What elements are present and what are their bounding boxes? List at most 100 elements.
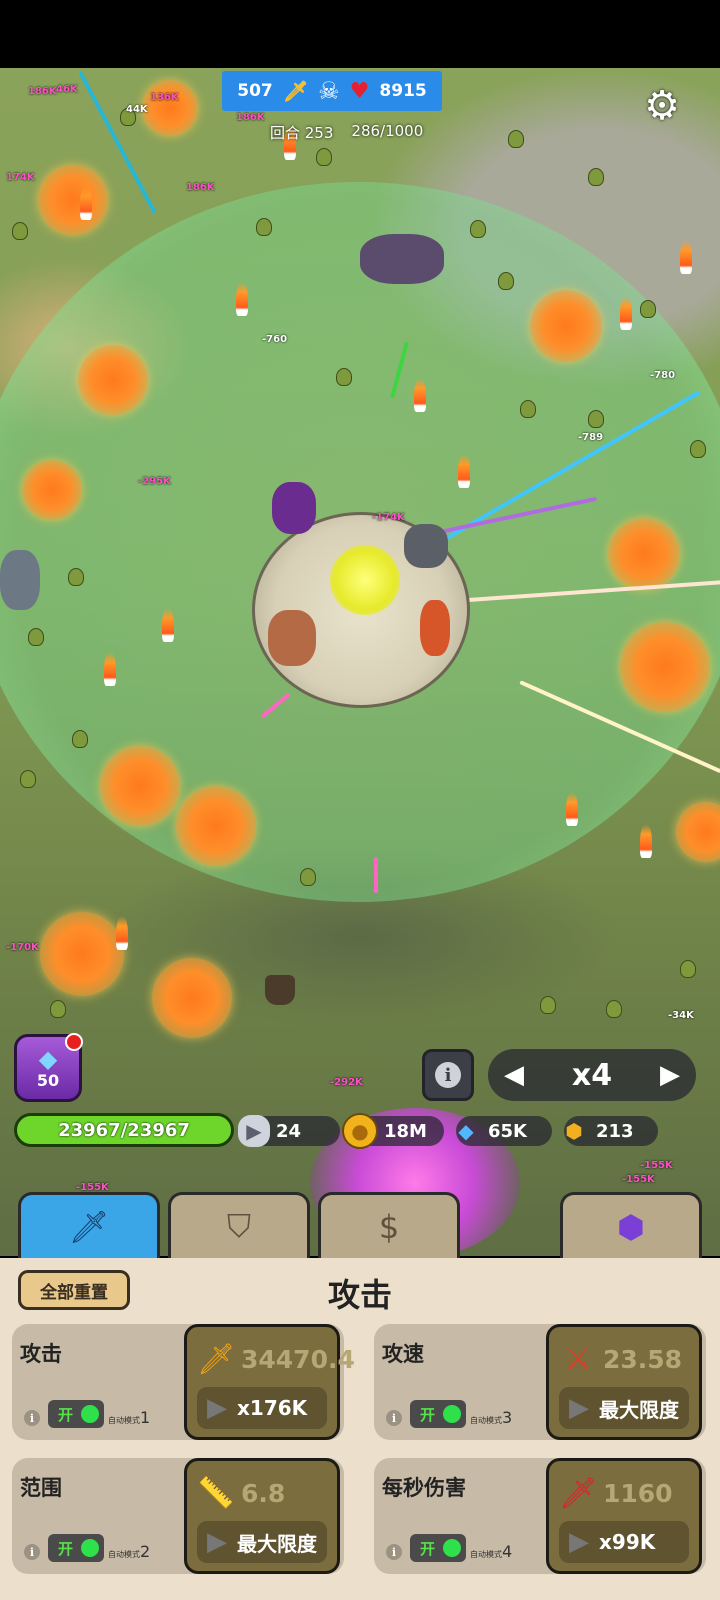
hearts-value: 8915 [379, 81, 427, 101]
goblin-enemy [606, 1000, 622, 1018]
speed-increase-arrow-icon[interactable]: ▶ [660, 1060, 680, 1090]
tab-economy[interactable]: $ [318, 1192, 460, 1258]
damage-number: 186K [236, 112, 265, 123]
damage-number: 136K [150, 92, 179, 103]
fire-orb [152, 958, 232, 1038]
goblin-enemy [680, 960, 696, 978]
damage-number: -170K [6, 942, 39, 953]
fire-orb [100, 746, 180, 826]
upgrade-cost: x176K [237, 1396, 308, 1420]
stat-value: 1160 [603, 1478, 673, 1508]
upgrade-button[interactable]: ⚔ 23.58 ▶ 最大限度 [546, 1324, 702, 1440]
info-button[interactable]: i [422, 1049, 474, 1101]
auto-toggle[interactable]: 开 [410, 1400, 466, 1428]
goblin-enemy [588, 410, 604, 428]
round-label: 回合 253 [270, 124, 334, 142]
goblin-enemy [256, 218, 272, 236]
upgrade-card-range: 范围 i 开 自动模式2 📏 6.8 ▶ 最大限度 [12, 1458, 344, 1574]
token-value: 213 [596, 1120, 634, 1142]
info-icon[interactable]: i [24, 1410, 40, 1426]
auto-toggle[interactable]: 开 [48, 1534, 104, 1562]
upgrade-card-attack: 攻击 i 开 自动模式1 🗡 34470.4 ▶ x176K [12, 1324, 355, 1440]
goblin-enemy [690, 440, 706, 458]
goblin-enemy [12, 222, 28, 240]
goblin-enemy [50, 1000, 66, 1018]
wizard-hero [272, 482, 316, 534]
goblin-enemy [316, 148, 332, 166]
coin-icon: ● [342, 1113, 378, 1149]
goblin-enemy [508, 130, 524, 148]
damage-number: 186K [28, 86, 57, 97]
tab-attack[interactable]: 🗡 [18, 1192, 160, 1258]
upgrade-card-dps: 每秒伤害 i 开 自动模式4 🗡 1160 ▶ x99K [374, 1458, 706, 1574]
sword-icon: 🗡 [68, 1207, 110, 1246]
info-icon[interactable]: i [24, 1544, 40, 1560]
auto-toggle[interactable]: 开 [48, 1400, 104, 1428]
goblin-enemy [20, 770, 36, 788]
burning-enemy [236, 282, 248, 316]
token-counter: ⬢ 213 [564, 1116, 658, 1146]
burning-enemy [566, 792, 578, 826]
goblin-enemy [640, 300, 656, 318]
upgrade-cost: x99K [599, 1530, 656, 1554]
stone-icon: ▶ [569, 1527, 589, 1557]
toggle-label: 开 [58, 1405, 74, 1424]
burning-enemy [620, 296, 632, 330]
settings-gear-icon[interactable]: ⚙ [638, 82, 686, 130]
gem-value: 65K [488, 1120, 527, 1142]
skull-icon: ☠ [318, 77, 340, 105]
gem-counter: ◆ 65K [456, 1116, 552, 1146]
goblin-enemy [336, 368, 352, 386]
info-icon[interactable]: i [386, 1544, 402, 1560]
toggle-label: 开 [420, 1539, 436, 1558]
tab-defense[interactable]: ⛉ [168, 1192, 310, 1258]
damage-number: 174K [6, 172, 35, 183]
purple-gem-icon: ⬢ [617, 1207, 645, 1246]
damage-number: -780 [650, 370, 676, 381]
tree-stump [265, 975, 295, 1005]
upgrade-button[interactable]: 🗡 34470.4 ▶ x176K [184, 1324, 355, 1440]
damage-number: -155K [622, 1174, 655, 1185]
burning-enemy [458, 454, 470, 488]
goblin-enemy [498, 272, 514, 290]
stone-icon: ▶ [207, 1527, 227, 1557]
gem-shop-button[interactable]: ◆ 50 [14, 1033, 83, 1102]
damage-number: 186K [186, 182, 215, 193]
fire-orb [530, 290, 602, 362]
shield-icon: ⛉ [226, 1207, 251, 1245]
stone-value: 24 [276, 1120, 302, 1142]
tower-hp-bar: 23967/23967 [14, 1113, 234, 1147]
upgrade-name: 攻速 [382, 1342, 424, 1366]
stat-value: 34470.4 [241, 1344, 355, 1374]
damage-number: 46K [56, 84, 78, 95]
money-bag-icon: $ [378, 1207, 400, 1246]
fire-mage-hero [420, 600, 450, 656]
stone-icon: ▶ [569, 1393, 589, 1423]
damage-number: -295K [138, 476, 171, 487]
sword-icon: 🗡 [197, 1341, 236, 1377]
tab-gems[interactable]: ⬢ [560, 1192, 702, 1258]
stone-icon: ▶ [238, 1115, 270, 1147]
goblin-enemy [72, 730, 88, 748]
info-icon[interactable]: i [386, 1410, 402, 1426]
round-info: 回合 253 286/1000 [270, 122, 423, 143]
blue-gem-icon: ◆ [458, 1119, 474, 1143]
fire-orb [40, 912, 124, 996]
goblin-enemy [28, 628, 44, 646]
arrow-projectile [374, 857, 378, 893]
stone-counter: ▶ 24 [238, 1115, 340, 1147]
burning-enemy [162, 608, 174, 642]
fire-orb [78, 345, 148, 415]
damage-number: -174K [372, 512, 405, 523]
speed-decrease-arrow-icon[interactable]: ◀ [504, 1060, 524, 1090]
toggle-label: 开 [420, 1405, 436, 1424]
upgrade-button[interactable]: 🗡 1160 ▶ x99K [546, 1458, 702, 1574]
status-bar [0, 0, 720, 68]
fast-sword-icon: ⚔ [564, 1341, 592, 1377]
upgrade-button[interactable]: 📏 6.8 ▶ 最大限度 [184, 1458, 340, 1574]
blue-gem-icon: ◆ [38, 1044, 58, 1073]
auto-toggle[interactable]: 开 [410, 1534, 466, 1562]
notification-dot [65, 1033, 83, 1051]
burning-enemy [80, 186, 92, 220]
auto-mode-label: 自动模式1 [108, 1408, 151, 1427]
